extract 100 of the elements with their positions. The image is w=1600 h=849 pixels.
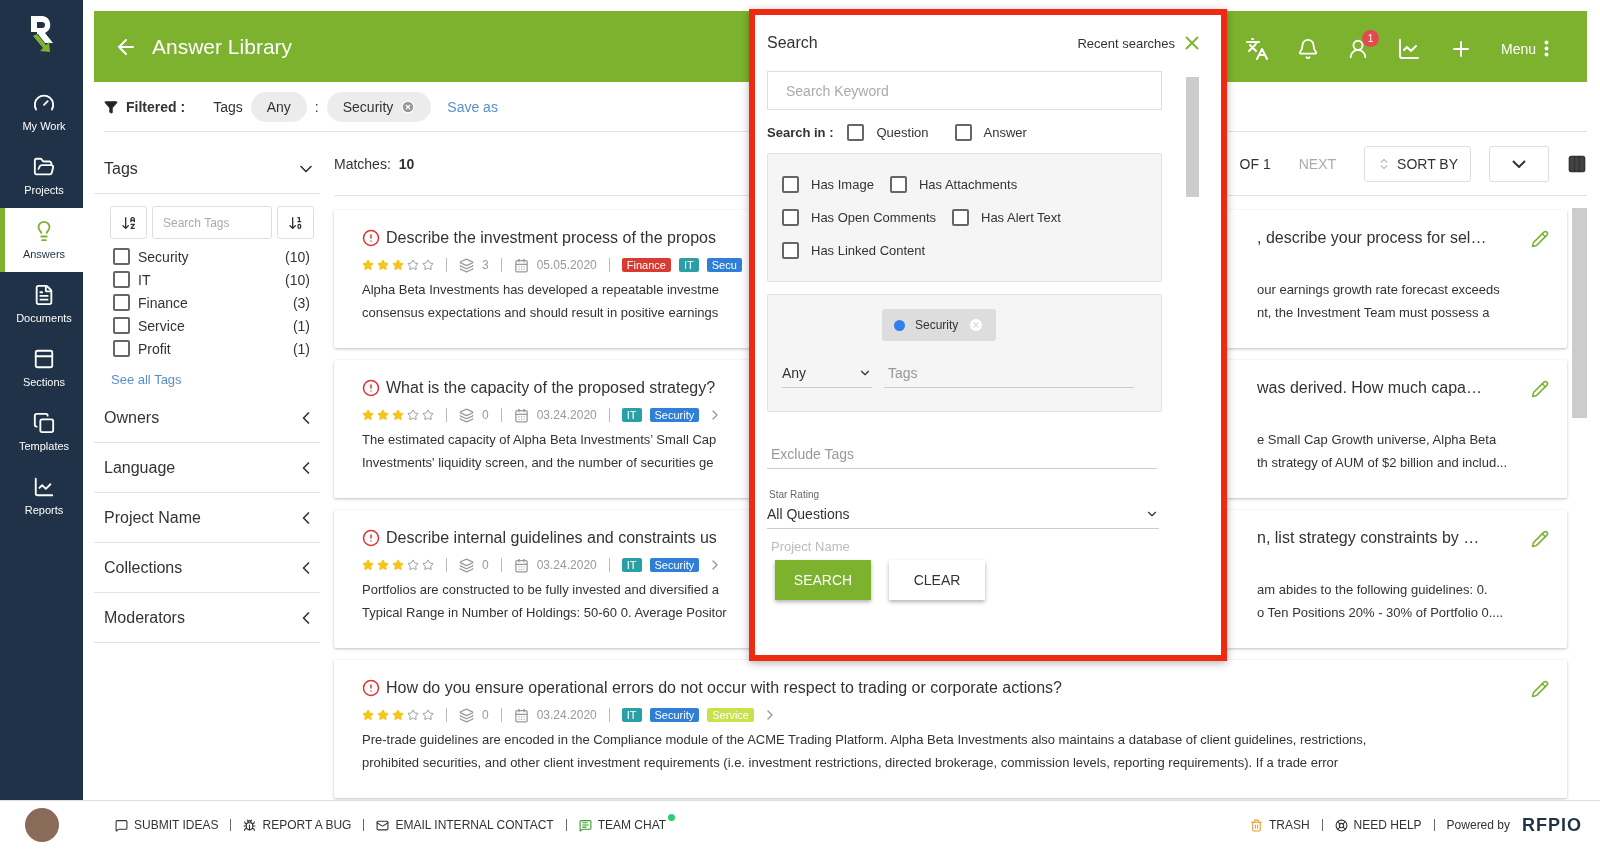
footer-link[interactable]: NEED HELP bbox=[1334, 818, 1422, 832]
avatar[interactable] bbox=[24, 808, 59, 842]
tag-chip[interactable]: Security bbox=[882, 309, 997, 341]
columns-icon[interactable] bbox=[1567, 153, 1587, 174]
footer-link[interactable]: EMAIL INTERNAL CONTACT bbox=[376, 818, 554, 832]
footer-link[interactable]: TEAM CHAT bbox=[578, 818, 667, 832]
filter-label: Filtered : bbox=[126, 98, 186, 115]
layers-icon bbox=[459, 707, 474, 723]
calendar-icon bbox=[513, 407, 529, 423]
nav-item[interactable]: Documents bbox=[0, 272, 83, 336]
alert-icon bbox=[362, 529, 380, 547]
edit-icon[interactable] bbox=[1531, 380, 1549, 398]
checkbox-option[interactable]: Has Image bbox=[782, 176, 874, 193]
checkbox[interactable] bbox=[113, 294, 130, 311]
checkbox-option[interactable]: Has Linked Content bbox=[782, 242, 926, 259]
user-button[interactable]: 1 bbox=[1342, 29, 1379, 64]
folder-icon bbox=[33, 156, 55, 178]
nav-item[interactable]: Reports bbox=[0, 464, 83, 528]
checkbox-option[interactable]: Answer bbox=[954, 124, 1027, 141]
nav-item[interactable]: Templates bbox=[0, 400, 83, 464]
checkbox[interactable] bbox=[954, 124, 972, 141]
exclude-tags-field[interactable]: Exclude Tags bbox=[767, 440, 1157, 469]
edit-icon[interactable] bbox=[1531, 530, 1549, 548]
sort-button[interactable]: SORT BY bbox=[1364, 145, 1471, 182]
answer-card[interactable] bbox=[334, 660, 1567, 798]
star-rating-select[interactable]: All Questions bbox=[767, 500, 1159, 529]
search-tags-field[interactable]: Search Tags bbox=[152, 206, 272, 239]
sort-alpha-button[interactable] bbox=[110, 206, 147, 239]
alert-icon bbox=[362, 379, 380, 397]
filter-section[interactable]: Owners bbox=[94, 393, 320, 443]
filter-section[interactable]: Tags bbox=[94, 144, 320, 194]
checkbox-option[interactable]: Has Attachments bbox=[889, 176, 1018, 193]
bug-icon bbox=[243, 818, 257, 832]
answer-tag: IT bbox=[621, 408, 642, 422]
checkbox[interactable] bbox=[782, 209, 799, 226]
save-as-link[interactable]: Save as bbox=[447, 98, 498, 115]
question-title: Describe internal guidelines and constraints us bbox=[386, 529, 717, 547]
tag-count: (1) bbox=[292, 340, 310, 357]
tag-label: Service bbox=[138, 317, 185, 334]
checkbox[interactable] bbox=[113, 317, 130, 334]
version-count: 0 bbox=[482, 408, 489, 422]
bell-icon bbox=[1296, 37, 1319, 60]
checkbox-option[interactable]: Has Alert Text bbox=[952, 209, 1061, 226]
nav-item[interactable]: My Work bbox=[0, 80, 83, 144]
tag-label: Finance bbox=[138, 294, 188, 311]
trash-icon bbox=[1249, 818, 1263, 832]
question-title: What is the capacity of the proposed strategy? bbox=[386, 379, 716, 397]
checkbox-option[interactable]: Has Open Comments bbox=[782, 209, 936, 226]
star-icon bbox=[392, 709, 404, 721]
footer-link[interactable]: SUBMIT IDEAS bbox=[115, 818, 219, 832]
tags-field[interactable]: Tags bbox=[884, 359, 1134, 388]
answer-text: The estimated capacity of Alpha Beta Investments’ Small Cap bbox=[362, 431, 718, 449]
keyword-field[interactable]: Search Keyword bbox=[767, 71, 1162, 110]
filter-chip[interactable]: Security bbox=[326, 91, 432, 122]
sort-count-button[interactable] bbox=[277, 206, 314, 239]
field-label: Star Rating bbox=[768, 489, 821, 500]
nav-item[interactable]: Sections bbox=[0, 336, 83, 400]
checkbox[interactable] bbox=[113, 271, 130, 288]
question-title: , describe your process for sel… bbox=[1257, 229, 1487, 247]
checkbox[interactable] bbox=[782, 176, 799, 193]
checkbox[interactable] bbox=[782, 242, 799, 259]
checkbox[interactable] bbox=[889, 176, 907, 193]
checkbox[interactable] bbox=[952, 209, 969, 226]
filter-section[interactable]: Language bbox=[94, 443, 320, 493]
chat-icon bbox=[578, 818, 592, 832]
see-all-link[interactable]: See all Tags bbox=[94, 360, 320, 393]
alert-icon bbox=[362, 679, 380, 697]
layers-icon bbox=[459, 257, 474, 273]
match-select[interactable]: Any bbox=[782, 359, 872, 388]
scrollbar[interactable] bbox=[1186, 77, 1199, 197]
checkbox[interactable] bbox=[113, 248, 130, 265]
footer-link[interactable]: TRASH bbox=[1249, 818, 1310, 832]
panel-button[interactable]: CLEAR bbox=[889, 560, 985, 600]
match-chip[interactable]: Any bbox=[250, 91, 307, 122]
answer-tag: Finance bbox=[621, 258, 671, 272]
edit-icon[interactable] bbox=[1531, 680, 1549, 698]
filter-section[interactable]: Collections bbox=[94, 543, 320, 593]
answer-tag: IT bbox=[621, 708, 642, 722]
star-icon bbox=[392, 259, 404, 271]
nav-item[interactable]: Projects bbox=[0, 144, 83, 208]
star-icon bbox=[422, 259, 434, 271]
checkbox[interactable] bbox=[113, 340, 130, 357]
copy-icon bbox=[33, 412, 55, 434]
footer-link[interactable]: REPORT A BUG bbox=[243, 818, 352, 832]
nav-item[interactable]: Answers bbox=[0, 208, 83, 272]
edit-icon[interactable] bbox=[1531, 230, 1549, 248]
checkbox[interactable] bbox=[847, 124, 865, 141]
recent-searches-button[interactable]: Recent searches bbox=[1077, 32, 1203, 54]
filter-section[interactable]: Project Name bbox=[94, 493, 320, 543]
star-icon bbox=[377, 259, 389, 271]
answer-tag: IT bbox=[678, 258, 699, 272]
scrollbar[interactable] bbox=[1572, 208, 1587, 418]
answer-text: Alpha Beta Investments has developed a repeatable investme bbox=[362, 281, 720, 299]
powered-by-text: Powered by bbox=[1446, 818, 1510, 832]
checkbox-option[interactable]: Question bbox=[847, 124, 929, 141]
layers-icon bbox=[459, 407, 474, 423]
filter-section[interactable]: Moderators bbox=[94, 593, 320, 643]
filter-icon bbox=[104, 99, 118, 114]
alert-icon bbox=[362, 229, 380, 247]
star-icon bbox=[377, 409, 389, 421]
